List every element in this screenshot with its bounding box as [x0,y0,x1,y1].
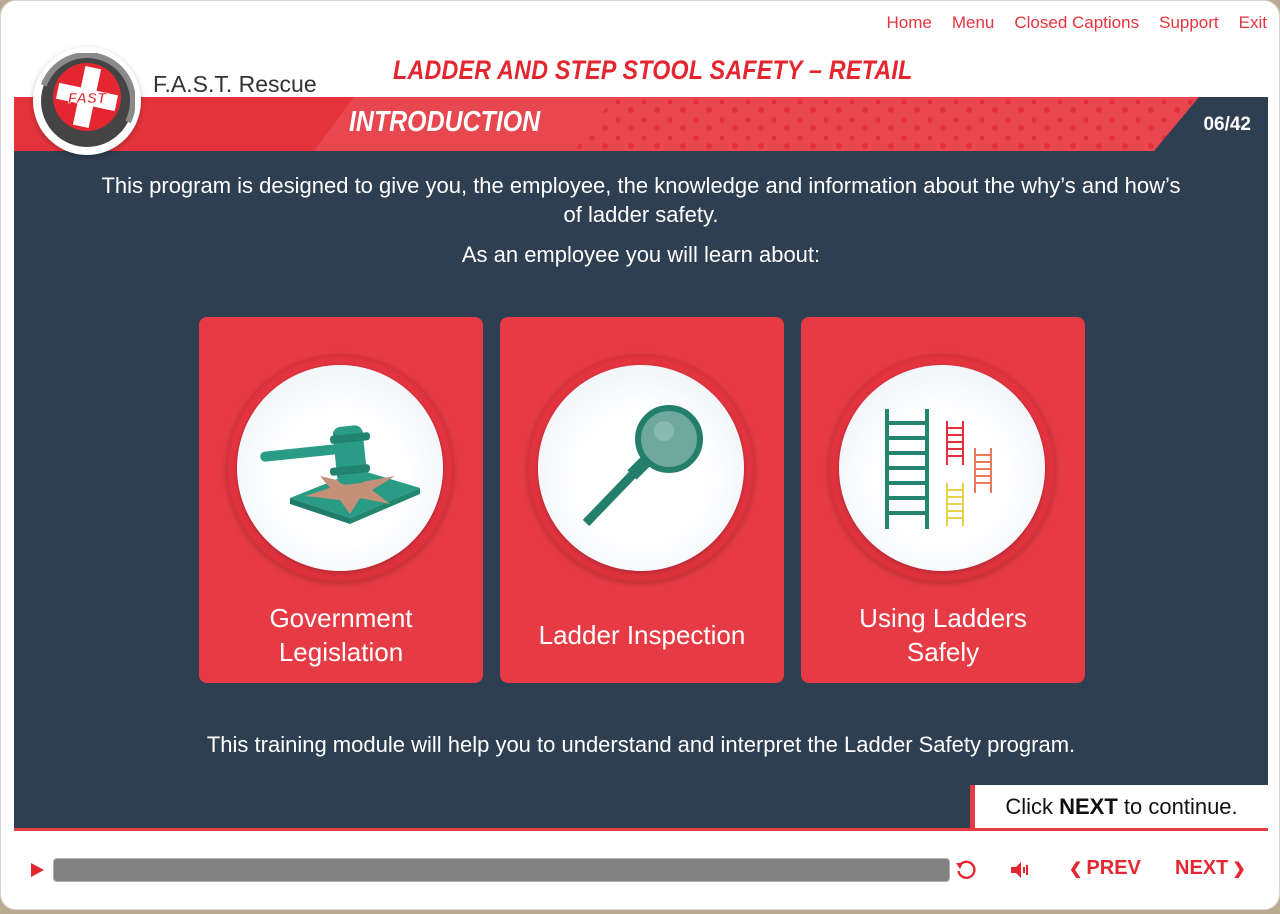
replay-icon[interactable] [955,859,977,886]
banner-graphic [14,97,1268,151]
svg-text:FAST: FAST [68,90,108,107]
nav-menu-link[interactable]: Menu [952,13,995,33]
progress-bar[interactable] [53,858,950,882]
stage-divider [14,828,1268,831]
intro-text: This program is designed to give you, th… [101,173,1181,227]
section-title: INTRODUCTION [349,106,541,138]
play-icon[interactable] [29,861,45,884]
icon-circle [226,354,454,582]
icon-circle [527,354,755,582]
next-hint-bold: NEXT [1059,794,1118,819]
nav-exit-link[interactable]: Exit [1239,13,1267,33]
course-player-window: Home Menu Closed Captions Support Exit F… [0,0,1280,910]
course-title: LADDER AND STEP STOOL SAFETY – RETAIL [393,55,913,85]
ladders-icon [885,409,992,529]
playback-controls: ❮ PREV NEXT ❯ [1,841,1279,901]
footer-note: This training module will help you to un… [206,732,1076,757]
chevron-left-icon: ❮ [1069,860,1083,878]
section-banner [14,97,1268,151]
next-hint-callout: Click NEXT to continue. [970,785,1268,829]
brand-name: F.A.S.T. Rescue [153,71,317,97]
magnifying-glass-icon [582,405,703,527]
chevron-right-icon: ❯ [1232,860,1246,878]
next-button[interactable]: NEXT ❯ [1175,857,1246,880]
topic-cards: Government Legislation Ladder Inspection [199,317,1085,683]
topic-card-government-legislation[interactable]: Government Legislation [199,317,483,683]
top-navigation: Home Menu Closed Captions Support Exit [886,13,1267,33]
nav-support-link[interactable]: Support [1159,13,1219,33]
icon-circle [828,354,1056,582]
prev-button[interactable]: ❮ PREV [1069,857,1141,880]
card-label: Government Legislation [269,603,413,667]
volume-icon[interactable] [1009,859,1031,886]
fast-logo: FAST [33,47,141,155]
prev-label: PREV [1086,857,1141,879]
gavel-icon [260,425,420,524]
learn-about-text: As an employee you will learn about: [461,242,821,267]
card-label: Using Ladders Safely [859,603,1027,667]
card-label: Ladder Inspection [538,620,746,650]
next-hint-prefix: Click [1005,794,1060,819]
nav-home-link[interactable]: Home [886,13,931,33]
next-hint-suffix: to continue. [1117,794,1238,819]
nav-closed-captions-link[interactable]: Closed Captions [1014,13,1139,33]
next-label: NEXT [1175,857,1229,879]
topic-card-using-ladders-safely[interactable]: Using Ladders Safely [801,317,1085,683]
page-counter: 06/42 [1203,114,1251,135]
topic-card-ladder-inspection[interactable]: Ladder Inspection [500,317,784,683]
